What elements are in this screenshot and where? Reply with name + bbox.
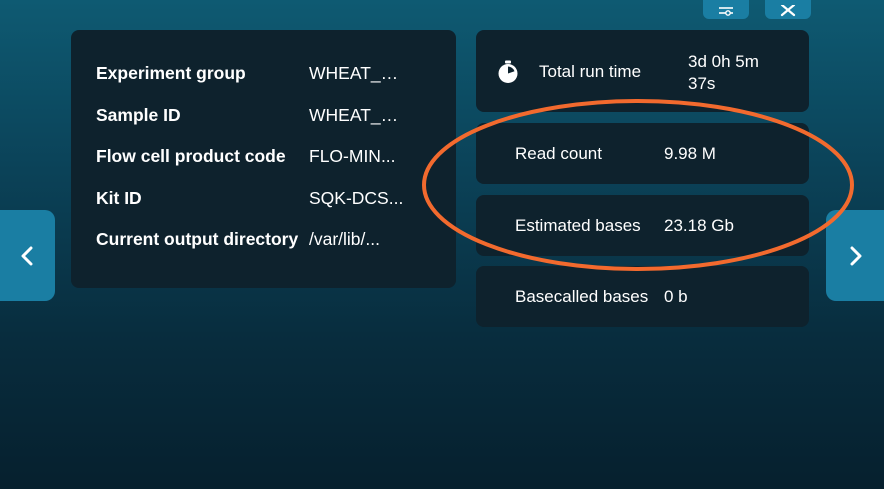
info-value: WHEAT_S... <box>309 63 405 83</box>
info-row-sample-id: Sample ID WHEAT_S... <box>71 105 456 147</box>
info-value: SQK-DCS... <box>309 187 404 208</box>
info-value: FLO-MIN... <box>309 146 396 166</box>
settings-button[interactable] <box>703 0 749 19</box>
total-run-time-card: Total run time 3d 0h 5m 37s <box>476 30 809 112</box>
info-row-flow-cell-product-code: Flow cell product code FLO-MIN... <box>71 146 456 188</box>
info-label: Current output directory <box>96 229 299 249</box>
stopwatch-icon <box>498 60 518 83</box>
estimated-bases-label: Estimated bases <box>515 215 641 235</box>
estimated-bases-value: 23.18 Gb <box>664 215 734 235</box>
info-row-output-directory: Current output directory /var/lib/... <box>71 229 456 271</box>
read-count-label: Read count <box>515 143 602 163</box>
total-run-time-value: 3d 0h 5m 37s <box>688 52 759 93</box>
basecalled-bases-label: Basecalled bases <box>515 286 649 306</box>
basecalled-bases-value: 0 b <box>664 286 688 306</box>
info-value: /var/lib/... <box>309 229 380 249</box>
previous-page-button[interactable] <box>0 210 55 301</box>
close-icon <box>780 5 796 17</box>
estimated-bases-card: Estimated bases 23.18 Gb <box>476 195 809 256</box>
chevron-left-icon <box>21 246 33 265</box>
total-run-time-label: Total run time <box>539 62 642 81</box>
info-label: Flow cell product code <box>96 146 286 166</box>
info-label: Sample ID <box>96 104 181 125</box>
info-label: Kit ID <box>96 187 142 208</box>
read-count-card: Read count 9.98 M <box>476 123 809 184</box>
info-row-experiment-group: Experiment group WHEAT_S... <box>71 63 456 105</box>
run-info-panel: Experiment group WHEAT_S... Sample ID WH… <box>71 30 456 288</box>
info-value: WHEAT_S... <box>309 104 405 125</box>
next-page-button[interactable] <box>826 210 884 301</box>
info-label: Experiment group <box>96 63 246 83</box>
close-button[interactable] <box>765 0 811 19</box>
basecalled-bases-card: Basecalled bases 0 b <box>476 266 809 327</box>
chevron-right-icon <box>850 246 862 265</box>
read-count-value: 9.98 M <box>664 143 716 163</box>
info-row-kit-id: Kit ID SQK-DCS... <box>71 188 456 230</box>
settings-sliders-icon <box>719 7 733 16</box>
